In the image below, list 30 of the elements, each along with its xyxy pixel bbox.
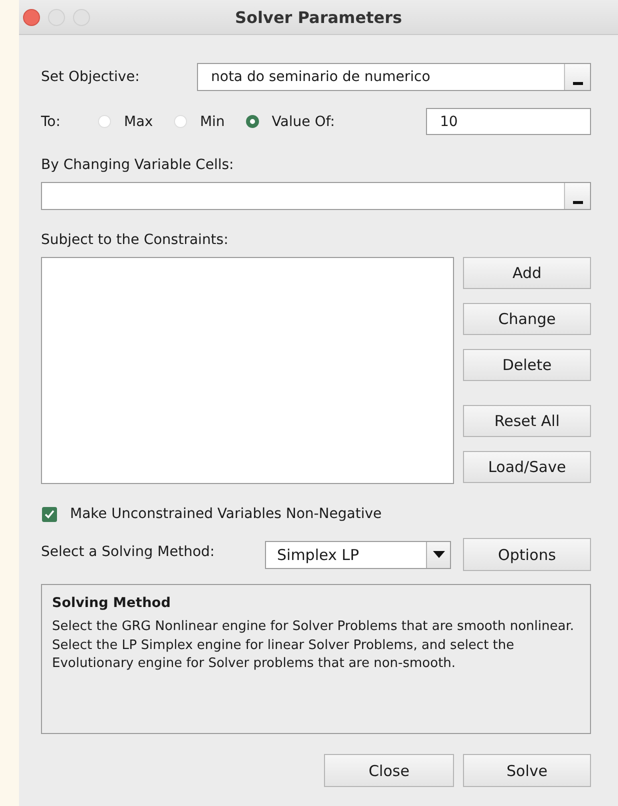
dialog-button[interactable]: Solve [463,754,591,787]
info-text: Select the GRG Nonlinear engine for Solver Problems that are smooth nonlinear. Select the LP Simplex engine for linear Solver Problems, and select the Evolutionary engine for Solver problems that are non-smooth. [52,618,575,673]
checkbox[interactable] [42,506,57,522]
radio-label: Min [200,114,225,130]
constraint-button[interactable]: Add [463,257,591,289]
method-dropdown[interactable]: Simplex LP [265,540,451,568]
constraint-button[interactable]: Load/Save [463,451,591,483]
variable-cells-field[interactable] [41,182,591,210]
info-title: Solving Method [52,595,171,611]
radio-label: Max [124,114,153,130]
field-label: Subject to the Constraints: [41,232,228,248]
radio-label: Value Of: [272,114,335,130]
field-label: Set Objective: [41,69,140,85]
constraint-button[interactable]: Reset All [463,405,591,437]
radio-button[interactable] [246,115,259,128]
field-label: To: [41,114,60,130]
objective-field[interactable]: nota do seminario de numerico [197,63,591,91]
constraint-button[interactable]: Change [463,303,591,335]
checkbox-label: Make Unconstrained Variables Non-Negative [70,506,382,522]
options-button[interactable]: Options [463,538,591,571]
close-button[interactable] [23,8,40,26]
dialog-button[interactable]: Close [324,754,454,787]
ellipsis-button[interactable] [564,64,590,90]
ellipsis-button[interactable] [564,183,590,209]
field-label: By Changing Variable Cells: [41,157,234,173]
constraint-button[interactable]: Delete [463,349,591,381]
value-field[interactable]: 10 [426,108,591,135]
field-label: Select a Solving Method: [41,544,215,560]
window-title: Solver Parameters [235,8,402,26]
dropdown-arrow-icon [432,551,444,558]
